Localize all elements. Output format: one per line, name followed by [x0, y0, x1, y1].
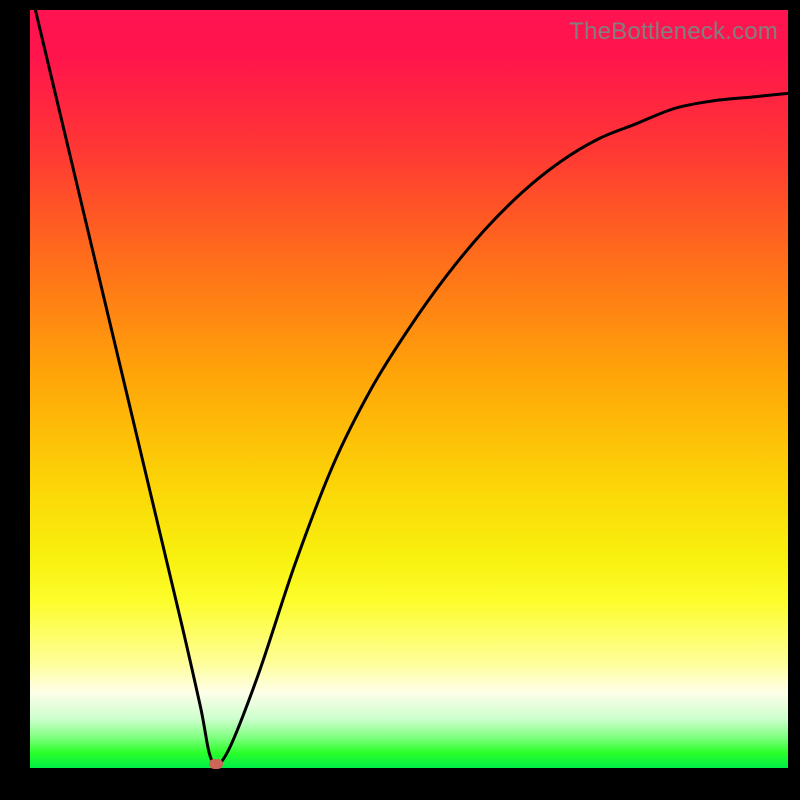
plot-area: TheBottleneck.com — [30, 10, 788, 768]
bottleneck-curve — [30, 10, 788, 768]
optimum-marker — [209, 759, 223, 769]
curve-path — [30, 10, 788, 765]
chart-frame: TheBottleneck.com — [0, 0, 800, 800]
